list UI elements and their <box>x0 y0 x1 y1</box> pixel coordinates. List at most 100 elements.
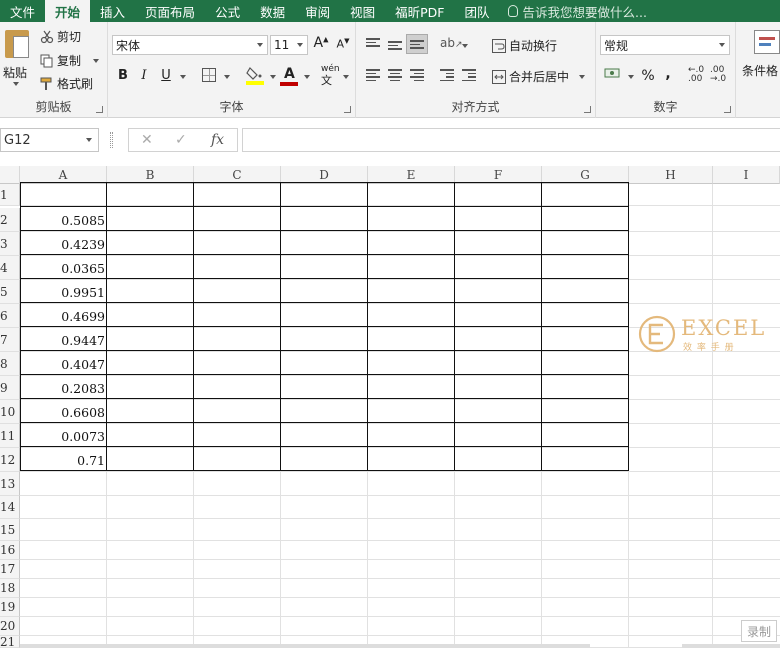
row-header-8[interactable]: 8 <box>0 352 20 376</box>
number-format-select[interactable]: 常规 <box>600 35 730 55</box>
cell-a8[interactable]: 0.4047 <box>21 357 105 372</box>
increase-decimal-icon[interactable]: ←.0.00 <box>688 66 704 84</box>
row-header-9[interactable]: 9 <box>0 376 20 400</box>
align-right-icon[interactable] <box>410 69 424 81</box>
row-header-16[interactable]: 16 <box>0 541 20 560</box>
column-header-h[interactable]: H <box>629 166 713 184</box>
increase-indent-icon[interactable] <box>462 69 476 81</box>
cell-a3[interactable]: 0.4239 <box>21 237 105 252</box>
row-header-17[interactable]: 17 <box>0 560 20 579</box>
row-header-7[interactable]: 7 <box>0 328 20 352</box>
dialog-launcher-icon[interactable] <box>724 106 731 113</box>
phonetic-button[interactable]: wén 文 <box>321 64 340 88</box>
dialog-launcher-icon[interactable] <box>96 106 103 113</box>
cell-a5[interactable]: 0.9951 <box>21 285 105 300</box>
underline-button[interactable]: U <box>158 68 174 83</box>
tab-formulas[interactable]: 公式 <box>205 0 250 22</box>
row-header-15[interactable]: 15 <box>0 519 20 541</box>
tab-data[interactable]: 数据 <box>250 0 295 22</box>
sheet-tabs-area[interactable] <box>20 644 590 648</box>
name-box[interactable]: G12 <box>0 128 99 152</box>
comma-button[interactable]: , <box>660 66 676 82</box>
row-header-20[interactable]: 20 <box>0 617 20 636</box>
tab-file[interactable]: 文件 <box>0 0 45 22</box>
align-bottom-button[interactable] <box>406 34 428 54</box>
percent-button[interactable]: % <box>640 68 656 84</box>
orientation-icon[interactable]: ab↗ <box>440 36 463 50</box>
dialog-launcher-icon[interactable] <box>344 106 351 113</box>
enter-icon[interactable]: ✓ <box>175 132 187 148</box>
copy-button[interactable]: 复制 <box>40 52 100 69</box>
align-left-icon[interactable] <box>366 69 380 81</box>
row-header-21[interactable]: 21 <box>0 635 20 648</box>
tab-review[interactable]: 审阅 <box>295 0 340 22</box>
tell-me-search[interactable]: 告诉我您想要做什么... <box>500 0 647 22</box>
decrease-font-button[interactable]: A▼ <box>335 37 351 51</box>
row-header-6[interactable]: 6 <box>0 304 20 328</box>
italic-button[interactable]: I <box>136 68 152 83</box>
row-header-1[interactable]: 1 <box>0 184 20 206</box>
dialog-launcher-icon[interactable] <box>584 106 591 113</box>
cell-a11[interactable]: 0.0073 <box>21 429 105 444</box>
cell-a6[interactable]: 0.4699 <box>21 309 105 324</box>
borders-icon[interactable] <box>202 68 216 82</box>
bold-button[interactable]: B <box>115 68 131 83</box>
row-header-2[interactable]: 2 <box>0 208 20 232</box>
row-header-12[interactable]: 12 <box>0 448 20 472</box>
cell-a2[interactable]: 0.5085 <box>21 213 105 228</box>
horizontal-scrollbar[interactable] <box>682 644 780 648</box>
row-header-10[interactable]: 10 <box>0 400 20 424</box>
row-header-11[interactable]: 11 <box>0 424 20 448</box>
chevron-down-icon[interactable] <box>462 44 468 48</box>
formula-input[interactable] <box>242 128 780 152</box>
row-header-3[interactable]: 3 <box>0 232 20 256</box>
merge-center-button[interactable]: 合并后居中 <box>492 68 586 85</box>
chevron-down-icon[interactable] <box>628 75 634 79</box>
select-all-corner[interactable] <box>0 166 20 184</box>
font-name-select[interactable]: 宋体 <box>112 35 268 55</box>
tab-page-layout[interactable]: 页面布局 <box>135 0 205 22</box>
tab-team[interactable]: 团队 <box>454 0 499 22</box>
row-header-18[interactable]: 18 <box>0 579 20 598</box>
fx-icon[interactable]: fx <box>211 132 224 148</box>
font-size-select[interactable]: 11 <box>270 35 308 55</box>
tab-view[interactable]: 视图 <box>340 0 385 22</box>
row-header-19[interactable]: 19 <box>0 598 20 617</box>
align-middle-icon[interactable] <box>388 41 402 53</box>
conditional-format-icon[interactable] <box>754 30 780 54</box>
accounting-format-icon[interactable] <box>604 67 622 81</box>
conditional-format-button[interactable]: 条件格 <box>742 62 778 79</box>
cancel-icon[interactable]: ✕ <box>141 132 153 148</box>
chevron-down-icon[interactable] <box>304 75 310 79</box>
chevron-down-icon[interactable] <box>180 75 186 79</box>
wrap-text-button[interactable]: 自动换行 <box>492 37 557 54</box>
cell-a10[interactable]: 0.6608 <box>21 405 105 420</box>
chevron-down-icon[interactable] <box>270 75 276 79</box>
cut-button[interactable]: 剪切 <box>40 28 81 45</box>
cell-a12[interactable]: 0.71 <box>21 453 105 468</box>
chevron-down-icon[interactable] <box>224 75 230 79</box>
grip-icon[interactable] <box>110 132 113 148</box>
format-painter-button[interactable]: 格式刷 <box>40 75 93 92</box>
tab-foxit-pdf[interactable]: 福昕PDF <box>385 0 454 22</box>
font-color-button[interactable]: A <box>280 64 298 86</box>
tab-home[interactable]: 开始 <box>45 0 91 22</box>
cell-a4[interactable]: 0.0365 <box>21 261 105 276</box>
tab-insert[interactable]: 插入 <box>90 0 135 22</box>
align-top-icon[interactable] <box>366 38 380 50</box>
row-header-5[interactable]: 5 <box>0 280 20 304</box>
decrease-decimal-icon[interactable]: .00 →.0 <box>710 66 726 84</box>
record-button[interactable]: 录制 <box>741 620 777 642</box>
fill-color-icon[interactable] <box>246 65 264 85</box>
paste-button[interactable]: 粘贴 <box>0 22 34 92</box>
row-header-14[interactable]: 14 <box>0 496 20 519</box>
increase-font-button[interactable]: A▲ <box>313 35 329 51</box>
row-header-4[interactable]: 4 <box>0 256 20 280</box>
column-header-i[interactable]: I <box>713 166 780 184</box>
align-center-icon[interactable] <box>388 69 402 81</box>
cell-a9[interactable]: 0.2083 <box>21 381 105 396</box>
chevron-down-icon[interactable] <box>343 75 349 79</box>
row-header-13[interactable]: 13 <box>0 472 20 496</box>
decrease-indent-icon[interactable] <box>440 69 454 81</box>
cell-a7[interactable]: 0.9447 <box>21 333 105 348</box>
